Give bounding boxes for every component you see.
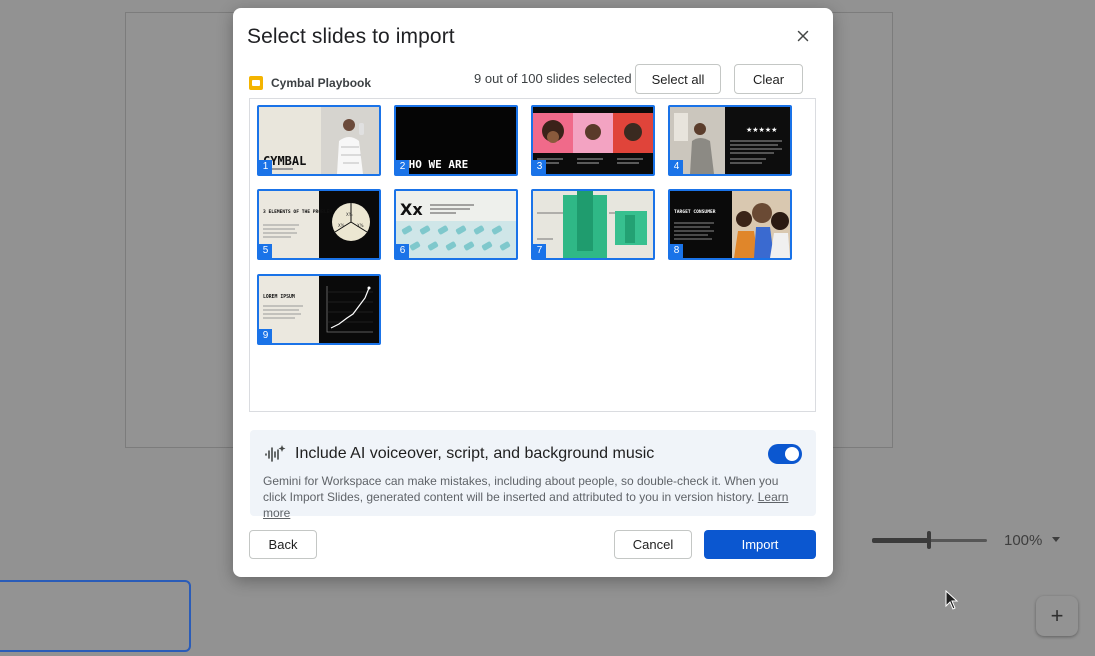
selection-count: 9 out of 100 slides selected <box>474 71 632 86</box>
ai-option-title: Include AI voiceover, script, and backgr… <box>295 445 655 462</box>
svg-text:X%: X% <box>338 223 345 228</box>
ai-audio-sparkle-icon <box>265 445 286 462</box>
ai-options-panel: Include AI voiceover, script, and backgr… <box>250 430 816 520</box>
slide-number: 6 <box>396 244 409 258</box>
slide-number: 2 <box>396 160 409 174</box>
slide-preview: X% X% X% 3 ELEMENTS OF THE PROBLEM <box>259 191 379 258</box>
slide-thumbnail-grid[interactable]: CYMBAL 1 WHO WE ARE 2 3 ★★★★★ 4 X% X% X%… <box>249 98 816 412</box>
cancel-button[interactable]: Cancel <box>614 530 692 559</box>
zoom-slider-fill <box>872 538 930 543</box>
slide-number: 5 <box>259 244 272 258</box>
import-slides-dialog: Select slides to import Cymbal Playbook … <box>233 8 833 577</box>
slide-thumbnail[interactable]: 7 <box>531 189 655 260</box>
slide-preview <box>533 191 653 258</box>
chevron-down-icon <box>1052 537 1060 542</box>
slide-preview: WHO WE ARE <box>396 107 516 174</box>
slide-preview: CYMBAL <box>259 107 379 174</box>
google-slides-icon <box>249 76 263 90</box>
zoom-control: 100% <box>870 526 1070 554</box>
add-button: + <box>1036 596 1078 636</box>
slide-number: 4 <box>670 160 683 174</box>
source-file: Cymbal Playbook <box>249 74 371 92</box>
slide-preview: LOREM IPSUM <box>259 276 379 343</box>
slide-thumbnail[interactable]: Xx 6 <box>394 189 518 260</box>
zoom-slider-handle <box>927 531 931 549</box>
select-all-button[interactable]: Select all <box>635 64 721 94</box>
slide-thumbnail[interactable]: LOREM IPSUM 9 <box>257 274 381 345</box>
mouse-cursor-icon <box>945 590 959 610</box>
slide-number: 1 <box>259 160 272 174</box>
slide-title: TARGET CONSUMER <box>674 209 716 215</box>
slide-title: 3 ELEMENTS OF THE PROBLEM <box>263 209 332 215</box>
slide-title: Xx <box>400 200 423 219</box>
slide-thumbnail[interactable]: CYMBAL 1 <box>257 105 381 176</box>
svg-text:X%: X% <box>357 223 364 228</box>
slide-number: 9 <box>259 329 272 343</box>
close-icon <box>797 30 809 42</box>
back-button[interactable]: Back <box>249 530 317 559</box>
slide-thumbnail[interactable]: 3 <box>531 105 655 176</box>
slide-title: WHO WE ARE <box>402 158 468 171</box>
plus-icon: + <box>1050 603 1064 628</box>
dialog-title: Select slides to import <box>247 25 455 48</box>
filmstrip-slide-thumbnail <box>0 580 191 652</box>
ai-voiceover-toggle[interactable] <box>768 444 802 464</box>
slide-number: 8 <box>670 244 683 258</box>
ai-disclaimer-text: Gemini for Workspace can make mistakes, … <box>263 474 779 504</box>
slide-preview: Xx <box>396 191 516 258</box>
slide-preview <box>533 107 653 174</box>
slide-preview: TARGET CONSUMER <box>670 191 790 258</box>
close-button[interactable] <box>792 25 814 47</box>
slide-preview: ★★★★★ <box>670 107 790 174</box>
slide-thumbnail[interactable]: X% X% X% 3 ELEMENTS OF THE PROBLEM 5 <box>257 189 381 260</box>
slide-thumbnail[interactable]: ★★★★★ 4 <box>668 105 792 176</box>
ai-disclaimer: Gemini for Workspace can make mistakes, … <box>263 473 803 521</box>
slide-title: LOREM IPSUM <box>263 294 295 300</box>
import-button[interactable]: Import <box>704 530 816 559</box>
toggle-knob <box>785 447 799 461</box>
zoom-value: 100% <box>1004 532 1043 549</box>
slide-number: 3 <box>533 160 546 174</box>
clear-button[interactable]: Clear <box>734 64 803 94</box>
slide-thumbnail[interactable]: TARGET CONSUMER 8 <box>668 189 792 260</box>
slide-thumbnail[interactable]: WHO WE ARE 2 <box>394 105 518 176</box>
slide-number: 7 <box>533 244 546 258</box>
svg-text:★★★★★: ★★★★★ <box>746 126 777 134</box>
svg-text:X%: X% <box>346 212 353 217</box>
source-file-name: Cymbal Playbook <box>271 76 372 90</box>
